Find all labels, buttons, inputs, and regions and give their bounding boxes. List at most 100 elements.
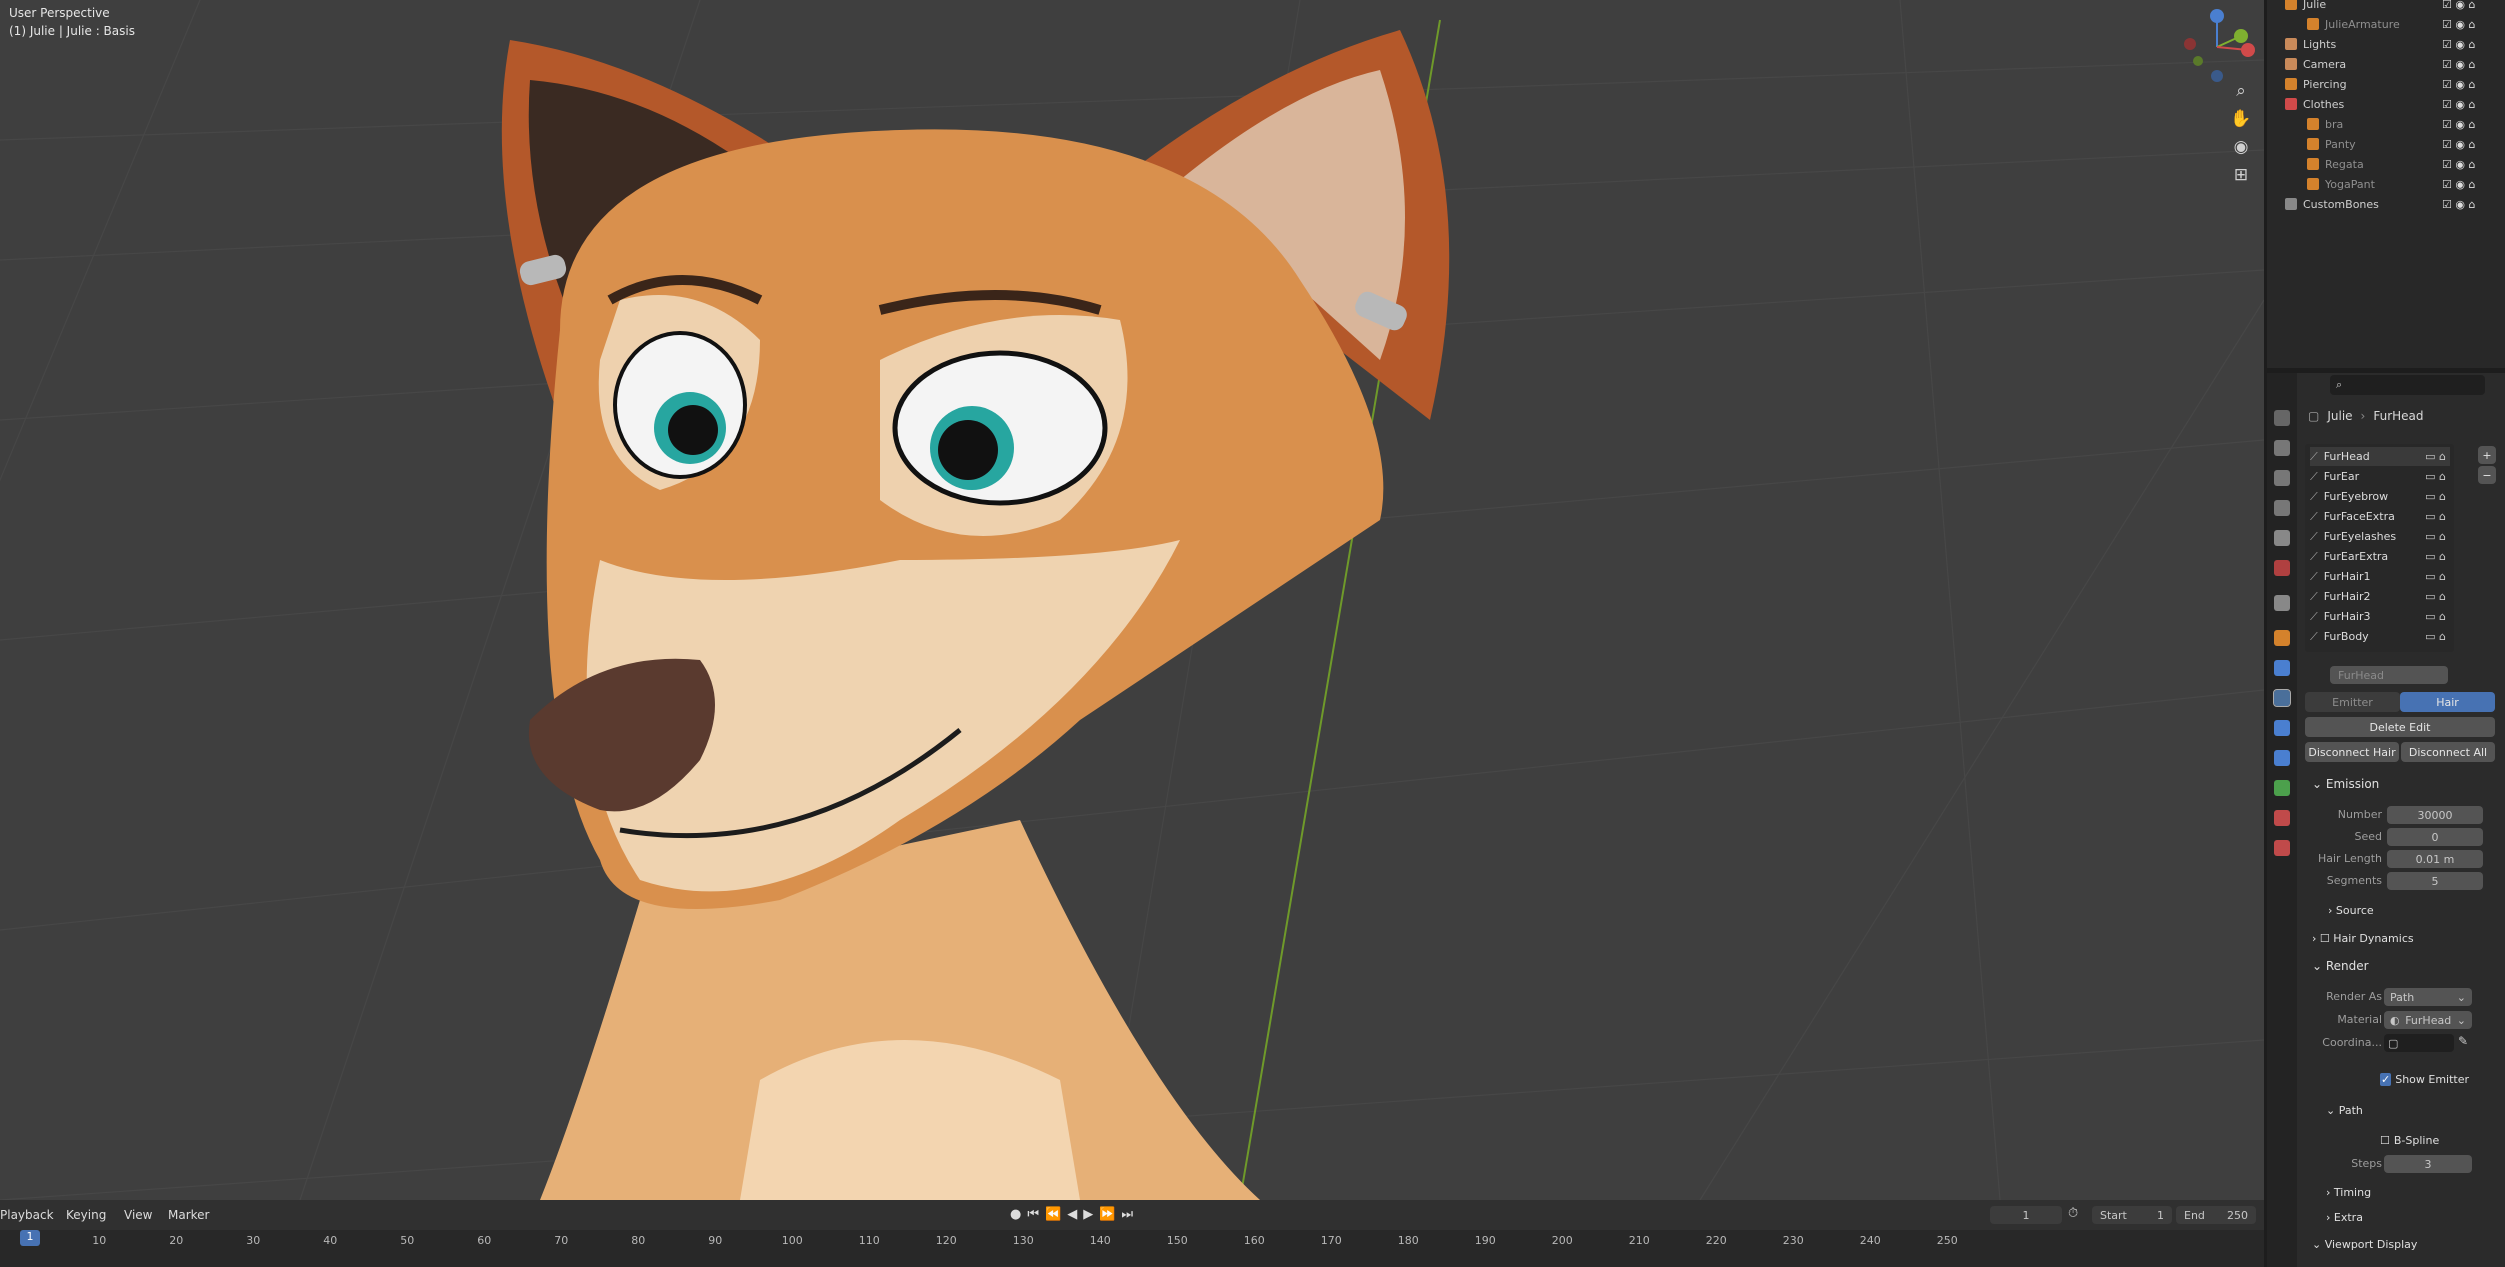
particles-tab-icon[interactable] bbox=[2273, 689, 2291, 707]
render-panel-header[interactable]: ⌄ Render bbox=[2312, 959, 2369, 973]
view-layer-tab-icon[interactable] bbox=[2274, 500, 2290, 516]
viewport-render-toggle-icons[interactable]: ▭ ⌂ bbox=[2425, 570, 2446, 583]
visibility-icons[interactable]: ☑ ◉ ⌂ bbox=[2442, 158, 2475, 171]
render-tab-icon[interactable] bbox=[2274, 440, 2290, 456]
particle-system-item[interactable]: ⟋ FurEar ▭ ⌂ bbox=[2310, 467, 2450, 486]
visibility-icons[interactable]: ☑ ◉ ⌂ bbox=[2442, 0, 2475, 11]
texture-tab-icon[interactable] bbox=[2274, 840, 2290, 856]
end-frame-field[interactable]: End 250 bbox=[2176, 1206, 2256, 1224]
seed-field[interactable]: 0 bbox=[2387, 828, 2483, 846]
visibility-icons[interactable]: ☑ ◉ ⌂ bbox=[2442, 38, 2475, 51]
next-keyframe-icon[interactable]: ⏩ bbox=[1099, 1207, 1121, 1222]
visibility-icons[interactable]: ☑ ◉ ⌂ bbox=[2442, 78, 2475, 91]
emitter-type-tab[interactable]: Emitter bbox=[2305, 692, 2400, 712]
outliner-item[interactable]: Regata ☑ ◉ ⌂ bbox=[2267, 154, 2505, 174]
timeline-menu-view[interactable]: View bbox=[124, 1208, 152, 1222]
jump-start-icon[interactable]: ⏮ bbox=[1027, 1207, 1045, 1222]
particle-settings-field[interactable]: FurHead bbox=[2330, 666, 2448, 684]
outliner-item[interactable]: bra ☑ ◉ ⌂ bbox=[2267, 114, 2505, 134]
viewport-render-toggle-icons[interactable]: ▭ ⌂ bbox=[2425, 450, 2446, 463]
outliner-item[interactable]: YogaPant ☑ ◉ ⌂ bbox=[2267, 174, 2505, 194]
add-system-button[interactable]: + bbox=[2478, 446, 2496, 464]
data-tab-icon[interactable] bbox=[2274, 780, 2290, 796]
properties-search-input[interactable]: ⌕ bbox=[2330, 375, 2485, 395]
disconnect-all-button[interactable]: Disconnect All bbox=[2401, 742, 2495, 762]
source-subpanel[interactable]: › Source bbox=[2328, 904, 2374, 917]
hair-dynamics-panel[interactable]: › ☐ Hair Dynamics bbox=[2312, 932, 2414, 945]
outliner-item[interactable]: Panty ☑ ◉ ⌂ bbox=[2267, 134, 2505, 154]
object-tab-icon[interactable] bbox=[2274, 630, 2290, 646]
material-select[interactable]: ◐ FurHead ⌄ bbox=[2384, 1011, 2472, 1029]
viewport-render-toggle-icons[interactable]: ▭ ⌂ bbox=[2425, 490, 2446, 503]
visibility-icons[interactable]: ☑ ◉ ⌂ bbox=[2442, 118, 2475, 131]
timeline-menu-marker[interactable]: Marker bbox=[168, 1208, 209, 1222]
particle-system-item[interactable]: ⟋ FurHead ▭ ⌂ bbox=[2310, 447, 2450, 466]
outliner-item[interactable]: Piercing ☑ ◉ ⌂ bbox=[2267, 74, 2505, 94]
viewport-render-toggle-icons[interactable]: ▭ ⌂ bbox=[2425, 630, 2446, 643]
hair-type-tab[interactable]: Hair bbox=[2400, 692, 2495, 712]
timeline-menu-keying[interactable]: Keying bbox=[66, 1208, 106, 1222]
outliner-item[interactable]: Clothes ☑ ◉ ⌂ bbox=[2267, 94, 2505, 114]
physics-tab-icon[interactable] bbox=[2274, 720, 2290, 736]
prev-keyframe-icon[interactable]: ⏪ bbox=[1045, 1207, 1067, 1222]
remove-system-button[interactable]: − bbox=[2478, 466, 2496, 484]
visibility-icons[interactable]: ☑ ◉ ⌂ bbox=[2442, 98, 2475, 111]
number-field[interactable]: 30000 bbox=[2387, 806, 2483, 824]
outliner-item[interactable]: Camera ☑ ◉ ⌂ bbox=[2267, 54, 2505, 74]
particle-system-item[interactable]: ⟋ FurBody ▭ ⌂ bbox=[2310, 627, 2450, 646]
timing-subpanel[interactable]: › Timing bbox=[2326, 1186, 2371, 1199]
constraints-tab-icon[interactable] bbox=[2274, 750, 2290, 766]
material-tab-icon[interactable] bbox=[2274, 810, 2290, 826]
stopwatch-icon[interactable]: ⏱ bbox=[2068, 1206, 2078, 1221]
start-frame-field[interactable]: Start 1 bbox=[2092, 1206, 2172, 1224]
particle-system-item[interactable]: ⟋ FurFaceExtra ▭ ⌂ bbox=[2310, 507, 2450, 526]
particle-system-item[interactable]: ⟋ FurEyelashes ▭ ⌂ bbox=[2310, 527, 2450, 546]
tool-tab-icon[interactable] bbox=[2274, 410, 2290, 426]
jump-end-icon[interactable]: ⏭ bbox=[1121, 1207, 1139, 1222]
modifier-tab-icon[interactable] bbox=[2274, 660, 2290, 676]
navigation-gizmo[interactable] bbox=[2176, 6, 2258, 88]
hair-length-field[interactable]: 0.01 m bbox=[2387, 850, 2483, 868]
steps-field[interactable]: 3 bbox=[2384, 1155, 2472, 1173]
viewport-render-toggle-icons[interactable]: ▭ ⌂ bbox=[2425, 530, 2446, 543]
3d-viewport[interactable]: User Perspective (1) Julie | Julie : Bas… bbox=[0, 0, 2264, 1200]
render-as-select[interactable]: Path ⌄ bbox=[2384, 988, 2472, 1006]
extra-subpanel[interactable]: › Extra bbox=[2326, 1211, 2363, 1224]
delete-edit-button[interactable]: Delete Edit bbox=[2305, 717, 2495, 737]
emission-panel-header[interactable]: ⌄ Emission bbox=[2312, 777, 2379, 791]
outliner[interactable]: Julie ☑ ◉ ⌂ JulieArmature ☑ ◉ ⌂ Lights ☑ ◉ ⌂ C… bbox=[2267, 0, 2505, 368]
record-icon[interactable]: ● bbox=[1010, 1207, 1027, 1222]
scene-tab-icon[interactable] bbox=[2274, 530, 2290, 546]
disconnect-hair-button[interactable]: Disconnect Hair bbox=[2305, 742, 2399, 762]
camera-view-icon[interactable]: ◉ bbox=[2226, 134, 2256, 160]
visibility-icons[interactable]: ☑ ◉ ⌂ bbox=[2442, 18, 2475, 31]
particle-system-item[interactable]: ⟋ FurEarExtra ▭ ⌂ bbox=[2310, 547, 2450, 566]
viewport-render-toggle-icons[interactable]: ▭ ⌂ bbox=[2425, 610, 2446, 623]
viewport-render-toggle-icons[interactable]: ▭ ⌂ bbox=[2425, 550, 2446, 563]
viewport-render-toggle-icons[interactable]: ▭ ⌂ bbox=[2425, 590, 2446, 603]
particle-system-item[interactable]: ⟋ FurHair3 ▭ ⌂ bbox=[2310, 607, 2450, 626]
outliner-item[interactable]: Julie ☑ ◉ ⌂ bbox=[2267, 0, 2505, 14]
path-subpanel-header[interactable]: ⌄ Path bbox=[2326, 1104, 2363, 1117]
particle-system-item[interactable]: ⟋ FurHair2 ▭ ⌂ bbox=[2310, 587, 2450, 606]
current-frame-field[interactable]: 1 bbox=[1990, 1206, 2062, 1224]
output-tab-icon[interactable] bbox=[2274, 470, 2290, 486]
viewport-render-toggle-icons[interactable]: ▭ ⌂ bbox=[2425, 470, 2446, 483]
playhead[interactable]: 1 bbox=[20, 1230, 40, 1246]
particle-system-item[interactable]: ⟋ FurHair1 ▭ ⌂ bbox=[2310, 567, 2450, 586]
eyedropper-icon[interactable]: ✎ bbox=[2458, 1034, 2468, 1048]
outliner-item[interactable]: CustomBones ☑ ◉ ⌂ bbox=[2267, 194, 2505, 214]
collection-tab-icon[interactable] bbox=[2274, 595, 2290, 611]
particle-system-item[interactable]: ⟋ FurEyebrow ▭ ⌂ bbox=[2310, 487, 2450, 506]
visibility-icons[interactable]: ☑ ◉ ⌂ bbox=[2442, 198, 2475, 211]
viewport-render-toggle-icons[interactable]: ▭ ⌂ bbox=[2425, 510, 2446, 523]
timeline-menu-playback[interactable]: Playback bbox=[0, 1208, 54, 1222]
bspline-checkbox[interactable]: ☐ B-Spline bbox=[2380, 1134, 2439, 1147]
pan-hand-icon[interactable]: ✋ bbox=[2226, 106, 2256, 132]
outliner-item[interactable]: JulieArmature ☑ ◉ ⌂ bbox=[2267, 14, 2505, 34]
play-reverse-icon[interactable]: ◀ bbox=[1067, 1207, 1083, 1222]
visibility-icons[interactable]: ☑ ◉ ⌂ bbox=[2442, 138, 2475, 151]
world-tab-icon[interactable] bbox=[2274, 560, 2290, 576]
segments-field[interactable]: 5 bbox=[2387, 872, 2483, 890]
outliner-item[interactable]: Lights ☑ ◉ ⌂ bbox=[2267, 34, 2505, 54]
